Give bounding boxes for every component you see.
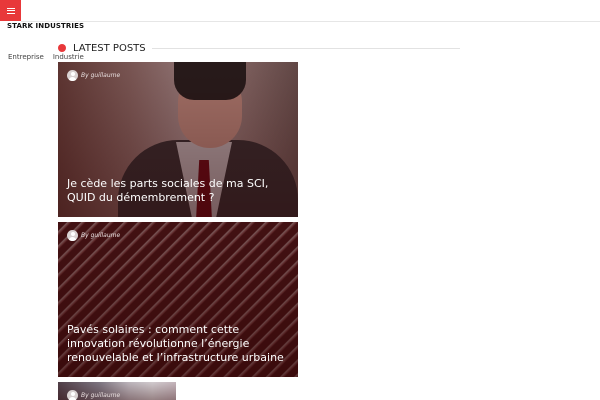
- section-divider: [151, 47, 460, 49]
- hamburger-menu-icon: [6, 7, 15, 14]
- post-author-name: By guillaume: [81, 392, 121, 399]
- post-title[interactable]: Je cède les parts sociales de ma SCI, QU…: [67, 177, 288, 205]
- post-card[interactable]: By guillaume: [58, 382, 176, 400]
- post-author-name: By guillaume: [81, 232, 121, 239]
- post-author[interactable]: By guillaume: [67, 230, 120, 241]
- user-avatar-icon: [67, 230, 78, 241]
- post-card[interactable]: By guillaume Je cède les parts sociales …: [58, 62, 298, 217]
- site-title[interactable]: STARK INDUSTRIES: [7, 22, 84, 30]
- section-bullet-icon: [58, 44, 66, 52]
- category-link-entreprise[interactable]: Entreprise: [8, 53, 44, 61]
- menu-toggle-button[interactable]: [0, 0, 21, 21]
- header-divider: [21, 21, 600, 22]
- user-avatar-icon: [67, 390, 78, 400]
- user-avatar-icon: [67, 70, 78, 81]
- post-author-name: By guillaume: [81, 72, 121, 79]
- category-link-industrie[interactable]: Industrie: [53, 53, 84, 61]
- post-title[interactable]: Pavés solaires : comment cette innovatio…: [67, 323, 288, 365]
- section-title: LATEST POSTS: [73, 42, 146, 54]
- section-header: LATEST POSTS: [58, 42, 460, 54]
- post-author[interactable]: By guillaume: [67, 390, 120, 400]
- post-author[interactable]: By guillaume: [67, 70, 120, 81]
- category-nav: Entreprise Industrie: [8, 53, 84, 61]
- post-card[interactable]: By guillaume Pavés solaires : comment ce…: [58, 222, 298, 377]
